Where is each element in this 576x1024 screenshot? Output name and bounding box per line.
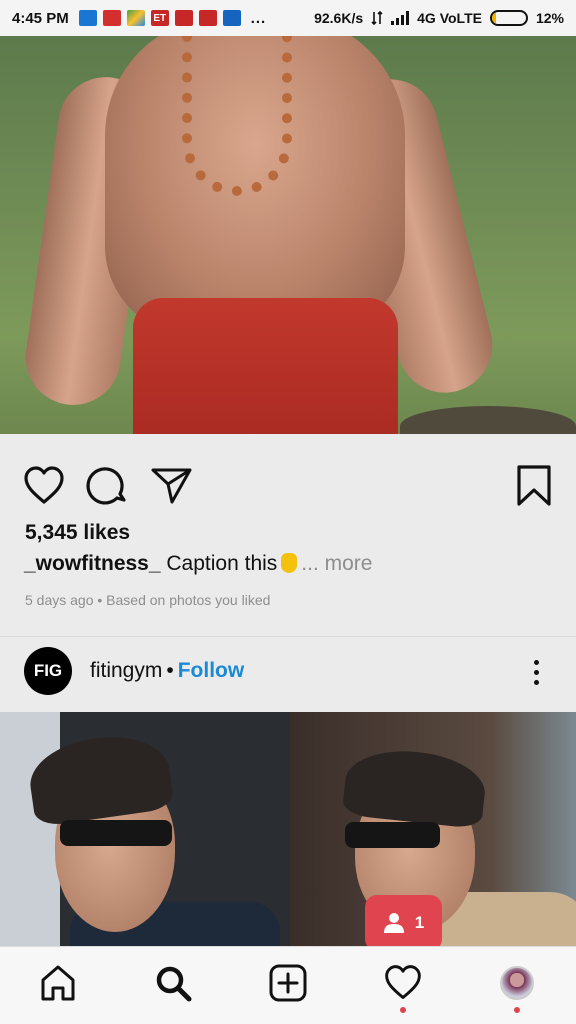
youtube-app-icon <box>198 10 217 26</box>
comment-icon <box>86 467 126 505</box>
post-photo[interactable] <box>0 36 576 434</box>
nav-search[interactable] <box>151 961 195 1005</box>
post-actions <box>0 434 576 534</box>
kebab-menu-icon <box>533 660 539 665</box>
search-icon <box>156 966 192 1002</box>
separator-dot: • <box>166 659 174 682</box>
bookmark-icon <box>517 465 551 506</box>
nav-home[interactable] <box>36 961 80 1005</box>
post-meta: 5 days ago • Based on photos you liked <box>25 592 271 608</box>
screen-app-icon <box>222 10 241 26</box>
bottom-navigation <box>0 946 576 1024</box>
post-username[interactable]: fitingym <box>90 659 162 682</box>
status-bar: 4:45 PM ET ... 92.6K/s 4G VoLTE 12% <box>0 0 576 36</box>
post-header: FIG fitingym • Follow <box>0 636 576 708</box>
youtube-app-icon <box>174 10 193 26</box>
illustration-beads <box>182 36 292 196</box>
news-app-icon <box>78 10 97 26</box>
network-type: 4G VoLTE <box>417 10 482 26</box>
post-caption: _wowfitness_ Caption this ... more <box>24 552 372 576</box>
battery-icon <box>489 10 528 26</box>
more-options-button[interactable] <box>526 657 546 687</box>
heart-icon <box>385 965 421 999</box>
likes-count[interactable]: 5,345 likes <box>25 521 130 545</box>
person-icon <box>383 913 404 933</box>
share-button[interactable] <box>150 464 194 508</box>
post-author: fitingym • Follow <box>90 659 244 683</box>
post-photo[interactable] <box>0 712 576 946</box>
like-button[interactable] <box>22 464 66 508</box>
activity-indicator-dot <box>400 1007 406 1013</box>
status-right: 92.6K/s 4G VoLTE 12% <box>314 10 564 26</box>
instagram-feed-screen: 4:45 PM ET ... 92.6K/s 4G VoLTE 12% 5,34… <box>0 0 576 1024</box>
caption-text: Caption this <box>166 552 278 575</box>
caption-more-link[interactable]: ... more <box>301 552 372 575</box>
data-transfer-icon <box>371 10 383 26</box>
save-button[interactable] <box>512 464 556 508</box>
nav-activity[interactable] <box>381 961 425 1005</box>
signal-icon <box>391 11 410 25</box>
nav-new-post[interactable] <box>266 961 310 1005</box>
profile-indicator-dot <box>514 1007 520 1013</box>
pointing-down-emoji-icon <box>281 553 298 573</box>
heart-icon <box>24 466 64 504</box>
add-post-icon <box>269 964 307 1002</box>
nav-profile[interactable] <box>495 961 539 1005</box>
activity-notification-bubble[interactable]: 1 <box>365 895 442 961</box>
battery-percent: 12% <box>535 10 564 26</box>
flipkart-app-icon <box>102 10 121 26</box>
illustration-pants <box>133 298 398 434</box>
notification-icons: ET ... <box>78 9 267 27</box>
notification-count: 1 <box>414 913 425 932</box>
avatar[interactable]: FIG <box>24 647 72 695</box>
comment-button[interactable] <box>86 464 130 508</box>
caption-username[interactable]: _wowfitness_ <box>24 552 161 575</box>
photos-app-icon <box>126 10 145 26</box>
et-app-icon: ET <box>150 10 169 26</box>
profile-avatar <box>500 966 534 1000</box>
send-icon <box>151 468 192 504</box>
follow-button[interactable]: Follow <box>178 659 245 682</box>
home-icon <box>41 965 75 1001</box>
network-speed: 92.6K/s <box>314 10 364 26</box>
more-notifications: ... <box>250 9 267 27</box>
status-time: 4:45 PM <box>12 9 69 27</box>
